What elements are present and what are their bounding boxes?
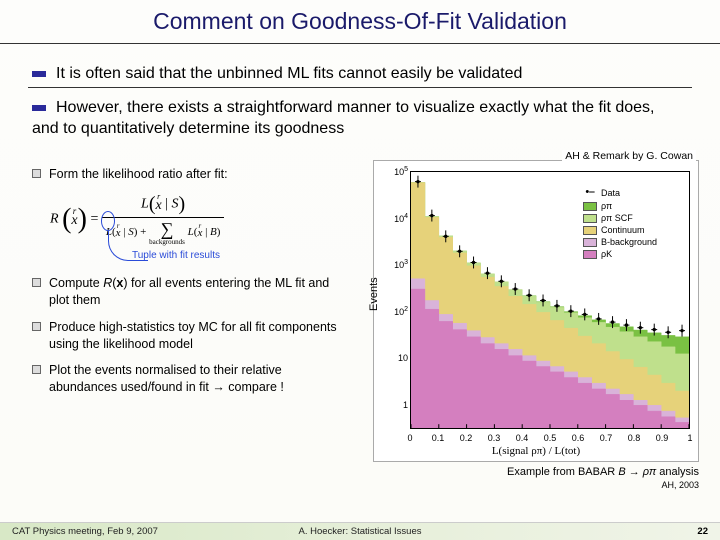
footer: CAT Physics meeting, Feb 9, 2007 A. Hoec… — [0, 522, 720, 540]
slide-title: Comment on Goodness-Of-Fit Validation — [0, 0, 720, 44]
sub-2-text: Compute R(x) for all events entering the… — [49, 275, 352, 309]
bullet-1: It is often said that the unbinned ML fi… — [32, 64, 522, 85]
divider — [28, 87, 692, 88]
chart-caption: Example from BABAR B → ρπ analysis — [507, 466, 699, 478]
chart: Events L(signal ρπ) / L(tot) •⎯Dataρπρπ … — [373, 160, 699, 462]
sub-3-text: Produce high-statistics toy MC for all f… — [49, 319, 352, 353]
sub-1-text: Form the likelihood ratio after fit: — [49, 166, 352, 183]
sub-4-text: Plot the events normalised to their rela… — [49, 362, 352, 396]
bullet-2: However, there exists a straightforward … — [32, 98, 684, 140]
box-bullet-icon — [32, 365, 41, 374]
chart-xlabel: L(signal ρπ) / L(tot) — [374, 445, 698, 457]
tuple-label: Tuple with fit results — [132, 250, 352, 261]
plot-area: •⎯Dataρπρπ SCFContinuumB-backgroundρK — [410, 171, 690, 429]
sub-bullet-1: Form the likelihood ratio after fit: — [32, 166, 352, 183]
chart-header-note: AH & Remark by G. Cowan — [562, 150, 696, 162]
eq-R: R — [50, 212, 59, 227]
bullet-1-text: It is often said that the unbinned ML fi… — [56, 65, 522, 82]
box-bullet-icon — [32, 322, 41, 331]
page-number: 22 — [697, 526, 708, 537]
chart-legend: •⎯Dataρπρπ SCFContinuumB-backgroundρK — [583, 186, 677, 261]
footer-left: CAT Physics meeting, Feb 9, 2007 — [12, 526, 158, 537]
box-bullet-icon — [32, 278, 41, 287]
sub-bullet-4: Plot the events normalised to their rela… — [32, 362, 352, 396]
sub-bullet-3: Produce high-statistics toy MC for all f… — [32, 319, 352, 353]
equation: R (rx) = L(rx | S) L(rx | S) + ∑backgrou… — [50, 193, 352, 246]
box-bullet-icon — [32, 169, 41, 178]
bullet-dash-icon — [32, 105, 46, 111]
sub-bullet-2: Compute R(x) for all events entering the… — [32, 275, 352, 309]
slide-body: It is often said that the unbinned ML fi… — [0, 56, 720, 516]
bullet-2-text: However, there exists a straightforward … — [32, 99, 655, 137]
chart-ylabel: Events — [368, 277, 380, 311]
left-column: Form the likelihood ratio after fit: R (… — [32, 166, 352, 406]
bullet-dash-icon — [32, 71, 46, 77]
chart-caption-2: AH, 2003 — [661, 480, 699, 490]
footer-mid: A. Hoecker: Statistical Issues — [298, 526, 421, 537]
ellipse-annotation-icon — [101, 211, 115, 231]
arrow-annotation-icon — [108, 231, 148, 261]
